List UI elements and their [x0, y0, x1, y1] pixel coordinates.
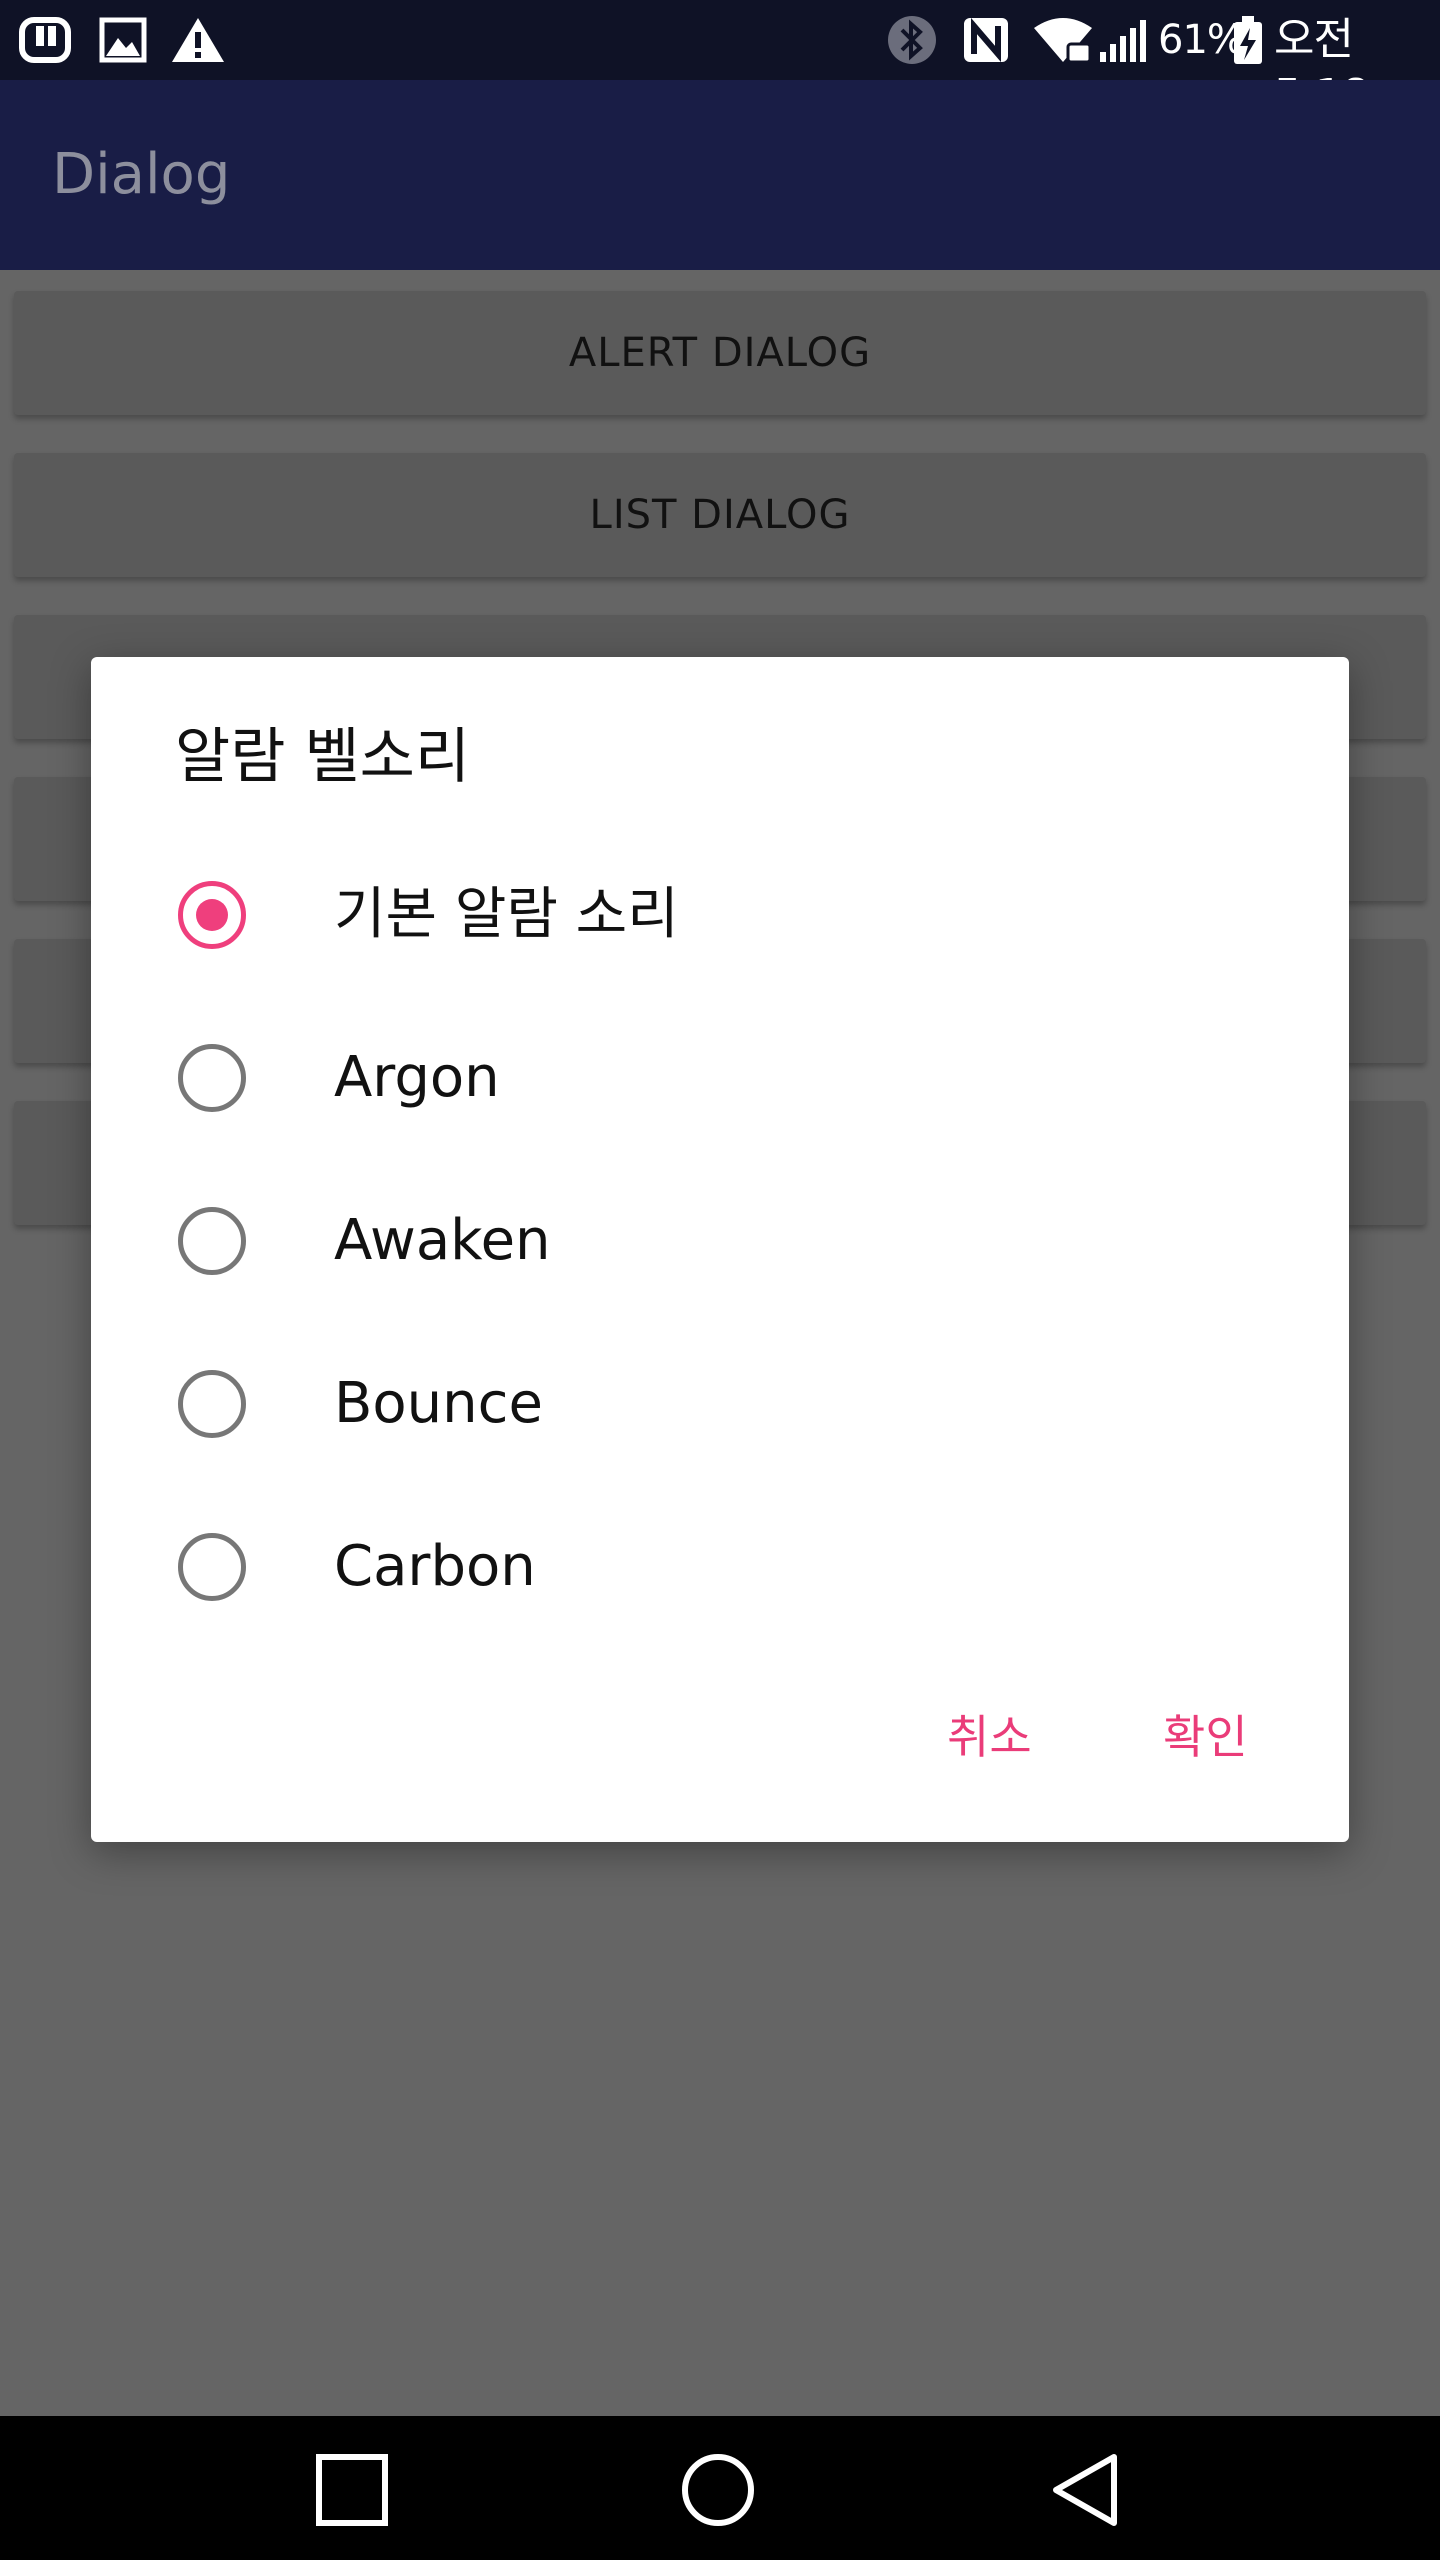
option-default-alarm[interactable]: 기본 알람 소리	[91, 840, 1349, 990]
option-label: Awaken	[334, 1208, 551, 1273]
option-carbon[interactable]: Carbon	[91, 1492, 1349, 1642]
recents-icon[interactable]	[314, 2452, 390, 2528]
cancel-button[interactable]: 취소	[947, 1707, 1032, 1767]
option-awaken[interactable]: Awaken	[91, 1166, 1349, 1316]
option-label: Argon	[334, 1045, 500, 1110]
radio-unchecked-icon[interactable]	[178, 1370, 246, 1438]
ok-button[interactable]: 확인	[1163, 1707, 1248, 1767]
option-argon[interactable]: Argon	[91, 1003, 1349, 1153]
home-icon[interactable]	[680, 2452, 756, 2528]
back-icon[interactable]	[1048, 2452, 1124, 2528]
option-label: Bounce	[334, 1371, 543, 1436]
dialog-title: 알람 벨소리	[175, 722, 471, 792]
radio-unchecked-icon[interactable]	[178, 1044, 246, 1112]
signal-icon	[1100, 20, 1146, 62]
option-label: 기본 알람 소리	[334, 882, 679, 947]
image-icon	[99, 17, 147, 63]
app-title: Dialog	[52, 142, 231, 207]
radio-checked-icon[interactable]	[178, 881, 246, 949]
u-plus-icon	[19, 17, 71, 63]
list-dialog-button[interactable]: LIST DIALOG	[14, 453, 1426, 577]
battery-icon	[1234, 16, 1262, 64]
status-bar: 61% 오전 5:18	[0, 0, 1440, 121]
bluetooth-icon	[888, 16, 936, 64]
warning-icon	[172, 18, 224, 62]
nfc-icon	[964, 17, 1008, 63]
navigation-bar	[0, 2416, 1440, 2560]
option-label: Carbon	[334, 1534, 536, 1599]
radio-unchecked-icon[interactable]	[178, 1207, 246, 1275]
radio-unchecked-icon[interactable]	[178, 1533, 246, 1601]
alert-dialog-button[interactable]: ALERT DIALOG	[14, 291, 1426, 415]
wifi-icon	[1034, 18, 1092, 64]
ringtone-dialog: 알람 벨소리 기본 알람 소리 Argon Awaken Bounce Carb…	[91, 657, 1349, 1842]
option-bounce[interactable]: Bounce	[91, 1329, 1349, 1479]
